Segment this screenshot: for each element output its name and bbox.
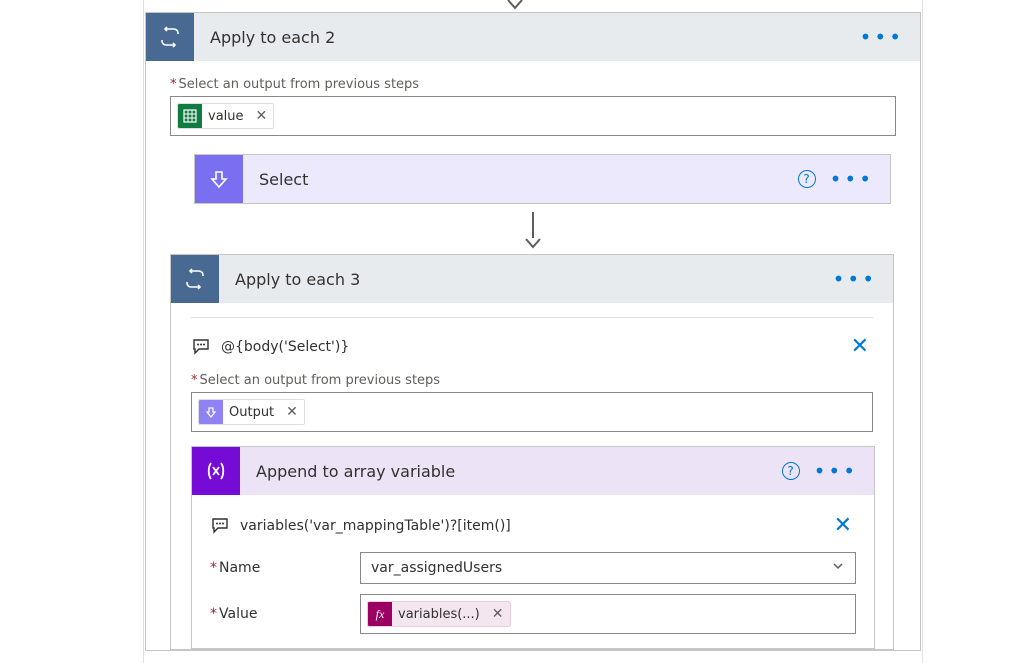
apply-to-each-2-card: Apply to each 2 ••• *Select an output fr…	[145, 12, 921, 651]
arrow-select-to-apply3	[171, 212, 895, 250]
apply3-comment-close[interactable]: ✕	[847, 334, 873, 359]
select-menu[interactable]: •••	[830, 174, 874, 184]
append-body: variables('var_mappingTable')?[item()] ✕…	[192, 495, 874, 648]
apply-to-each-2-menu[interactable]: •••	[860, 32, 904, 42]
excel-icon	[178, 104, 202, 128]
select-icon	[199, 400, 223, 424]
apply3-output-input[interactable]: Output ✕	[191, 392, 873, 432]
loop-icon	[146, 13, 194, 61]
apply-to-each-3-card: Apply to each 3 ••• @{body('Select')} ✕	[170, 254, 894, 650]
fx-icon: fx	[368, 602, 392, 626]
append-value-row: *Value fx variables(...) ✕	[210, 594, 856, 634]
variable-name-value: var_assignedUsers	[371, 560, 502, 576]
apply-to-each-3-menu[interactable]: •••	[833, 274, 877, 284]
apply-to-each-3-header[interactable]: Apply to each 3 •••	[171, 255, 893, 303]
flow-designer-canvas: Apply to each 2 ••• *Select an output fr…	[0, 0, 1024, 663]
append-name-row: *Name var_assignedUsers	[210, 552, 856, 584]
value-token-remove[interactable]: ✕	[250, 108, 274, 124]
apply-to-each-2-header[interactable]: Apply to each 2 •••	[146, 13, 920, 61]
comment-icon	[191, 337, 211, 357]
variable-name-select[interactable]: var_assignedUsers	[360, 552, 856, 584]
select-action-card: Select ? •••	[194, 154, 891, 204]
apply3-comment-text: @{body('Select')}	[221, 339, 837, 355]
fx-variables-token[interactable]: fx variables(...) ✕	[367, 601, 511, 627]
output-token[interactable]: Output ✕	[198, 399, 305, 425]
comment-icon	[210, 516, 230, 536]
apply-to-each-2-title: Apply to each 2	[194, 28, 860, 47]
loop-icon	[171, 255, 219, 303]
append-to-array-card: Append to array variable ? •••	[191, 446, 875, 649]
append-comment-text: variables('var_mappingTable')?[item()]	[240, 518, 820, 534]
select-action-title: Select	[243, 170, 798, 189]
output-token-remove[interactable]: ✕	[280, 404, 304, 420]
apply-to-each-3-title: Apply to each 3	[219, 270, 833, 289]
append-to-array-header[interactable]: Append to array variable ? •••	[192, 447, 874, 495]
apply2-output-input[interactable]: value ✕	[170, 96, 896, 136]
select-help-icon[interactable]: ?	[798, 170, 816, 188]
chevron-down-icon	[831, 559, 845, 577]
apply-to-each-3-body: @{body('Select')} ✕ *Select an output fr…	[171, 303, 893, 649]
append-comment-row: variables('var_mappingTable')?[item()] ✕	[210, 507, 856, 552]
append-menu[interactable]: •••	[814, 466, 858, 476]
select-icon	[195, 155, 243, 203]
apply3-output-label: *Select an output from previous steps	[191, 373, 873, 388]
variable-icon	[192, 447, 240, 495]
value-token[interactable]: value ✕	[177, 103, 274, 129]
apply-to-each-2-body: *Select an output from previous steps va…	[146, 61, 920, 650]
apply3-comment-row: @{body('Select')} ✕	[191, 328, 873, 373]
output-from-previous-label: *Select an output from previous steps	[170, 77, 896, 92]
append-title: Append to array variable	[240, 462, 782, 481]
fx-token-remove[interactable]: ✕	[486, 606, 510, 622]
append-value-input[interactable]: fx variables(...) ✕	[360, 594, 856, 634]
append-comment-close[interactable]: ✕	[830, 513, 856, 538]
select-action-header[interactable]: Select ? •••	[195, 155, 890, 203]
append-help-icon[interactable]: ?	[782, 462, 800, 480]
